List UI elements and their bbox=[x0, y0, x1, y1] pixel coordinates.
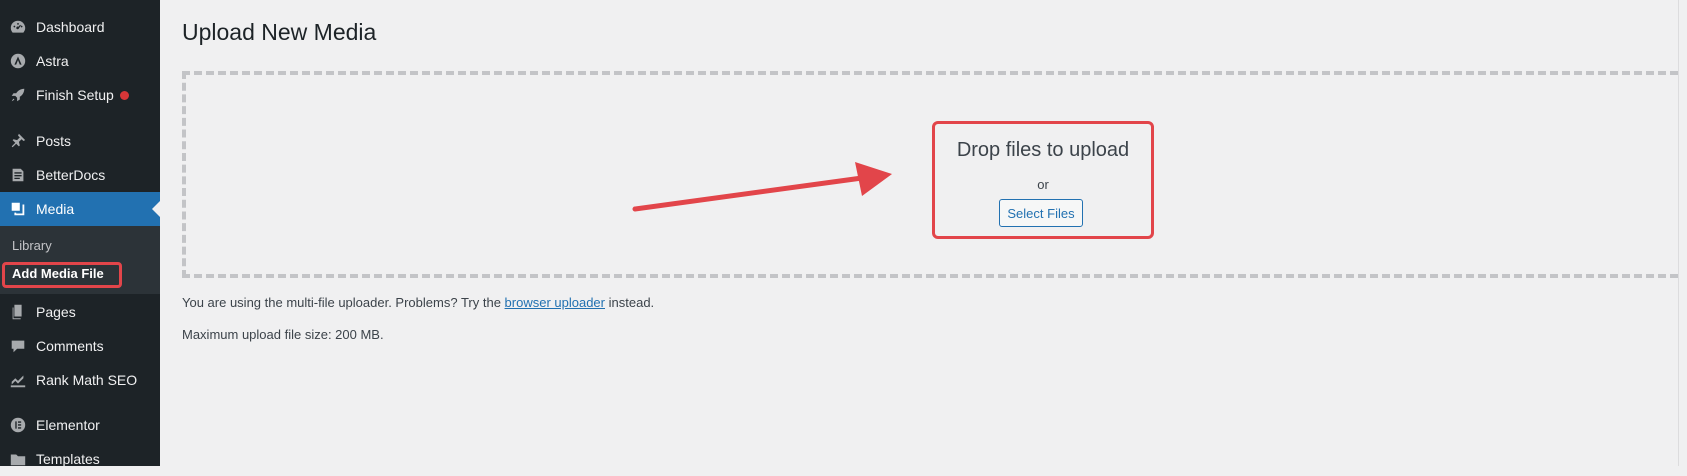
browser-uploader-link[interactable]: browser uploader bbox=[505, 295, 605, 310]
sidebar-item-label: Pages bbox=[36, 304, 76, 320]
sidebar-item-astra[interactable]: Astra bbox=[0, 44, 160, 78]
sidebar-item-label: Rank Math SEO bbox=[36, 372, 138, 388]
astra-icon bbox=[8, 51, 28, 71]
sidebar-item-label: Dashboard bbox=[36, 19, 105, 35]
arrow-annotation-icon bbox=[632, 162, 892, 212]
drop-files-highlight-box: Drop files to upload or Select Files bbox=[932, 121, 1154, 239]
sidebar-item-label: Posts bbox=[36, 133, 72, 149]
sidebar-item-posts[interactable]: Posts bbox=[0, 124, 160, 158]
sidebar-item-elementor[interactable]: Elementor bbox=[0, 408, 160, 442]
comment-icon bbox=[8, 336, 28, 356]
pages-icon bbox=[8, 302, 28, 322]
highlight-box-add-media bbox=[2, 262, 122, 288]
sidebar-item-label: Finish Setup bbox=[36, 87, 114, 103]
elementor-icon bbox=[8, 415, 28, 435]
drop-or-text: or bbox=[1037, 177, 1049, 192]
sidebar-item-label: Templates bbox=[36, 451, 100, 467]
sidebar-item-label: Astra bbox=[36, 53, 69, 69]
notification-dot bbox=[119, 90, 129, 100]
sidebar-item-label: Comments bbox=[36, 338, 104, 354]
sidebar-item-comments[interactable]: Comments bbox=[0, 329, 160, 363]
sidebar-item-betterdocs[interactable]: BetterDocs bbox=[0, 158, 160, 192]
sidebar-item-label: BetterDocs bbox=[36, 167, 106, 183]
sidebar-item-finish-setup[interactable]: Finish Setup bbox=[0, 78, 160, 112]
sidebar-item-label: Media bbox=[36, 201, 75, 217]
sidebar-item-pages[interactable]: Pages bbox=[0, 295, 160, 329]
sidebar-item-templates[interactable]: Templates bbox=[0, 442, 160, 476]
sidebar-item-rank-math-seo[interactable]: Rank Math SEO bbox=[0, 363, 160, 397]
media-icon bbox=[8, 199, 28, 219]
active-indicator bbox=[152, 201, 160, 217]
sidebar-item-label: Elementor bbox=[36, 417, 100, 433]
admin-sidebar: Dashboard Astra Finish Setup Posts Bette… bbox=[0, 0, 160, 467]
uploader-info-text: You are using the multi-file uploader. P… bbox=[182, 295, 654, 310]
chart-icon bbox=[8, 370, 28, 390]
drop-files-title: Drop files to upload bbox=[956, 139, 1130, 161]
docs-icon bbox=[8, 165, 28, 185]
pin-icon bbox=[8, 131, 28, 151]
select-files-button[interactable]: Select Files bbox=[999, 199, 1083, 227]
dashboard-icon bbox=[8, 17, 28, 37]
sidebar-item-media[interactable]: Media bbox=[0, 192, 160, 226]
window-edge bbox=[1678, 0, 1687, 466]
max-upload-size-text: Maximum upload file size: 200 MB. bbox=[182, 327, 384, 342]
info-prefix: You are using the multi-file uploader. P… bbox=[182, 295, 501, 310]
info-suffix: instead. bbox=[608, 295, 655, 310]
rocket-icon bbox=[8, 85, 28, 105]
submenu-item-library[interactable]: Library bbox=[12, 238, 52, 253]
page-title: Upload New Media bbox=[182, 19, 377, 45]
folder-icon bbox=[8, 449, 28, 469]
sidebar-item-dashboard[interactable]: Dashboard bbox=[0, 10, 160, 44]
